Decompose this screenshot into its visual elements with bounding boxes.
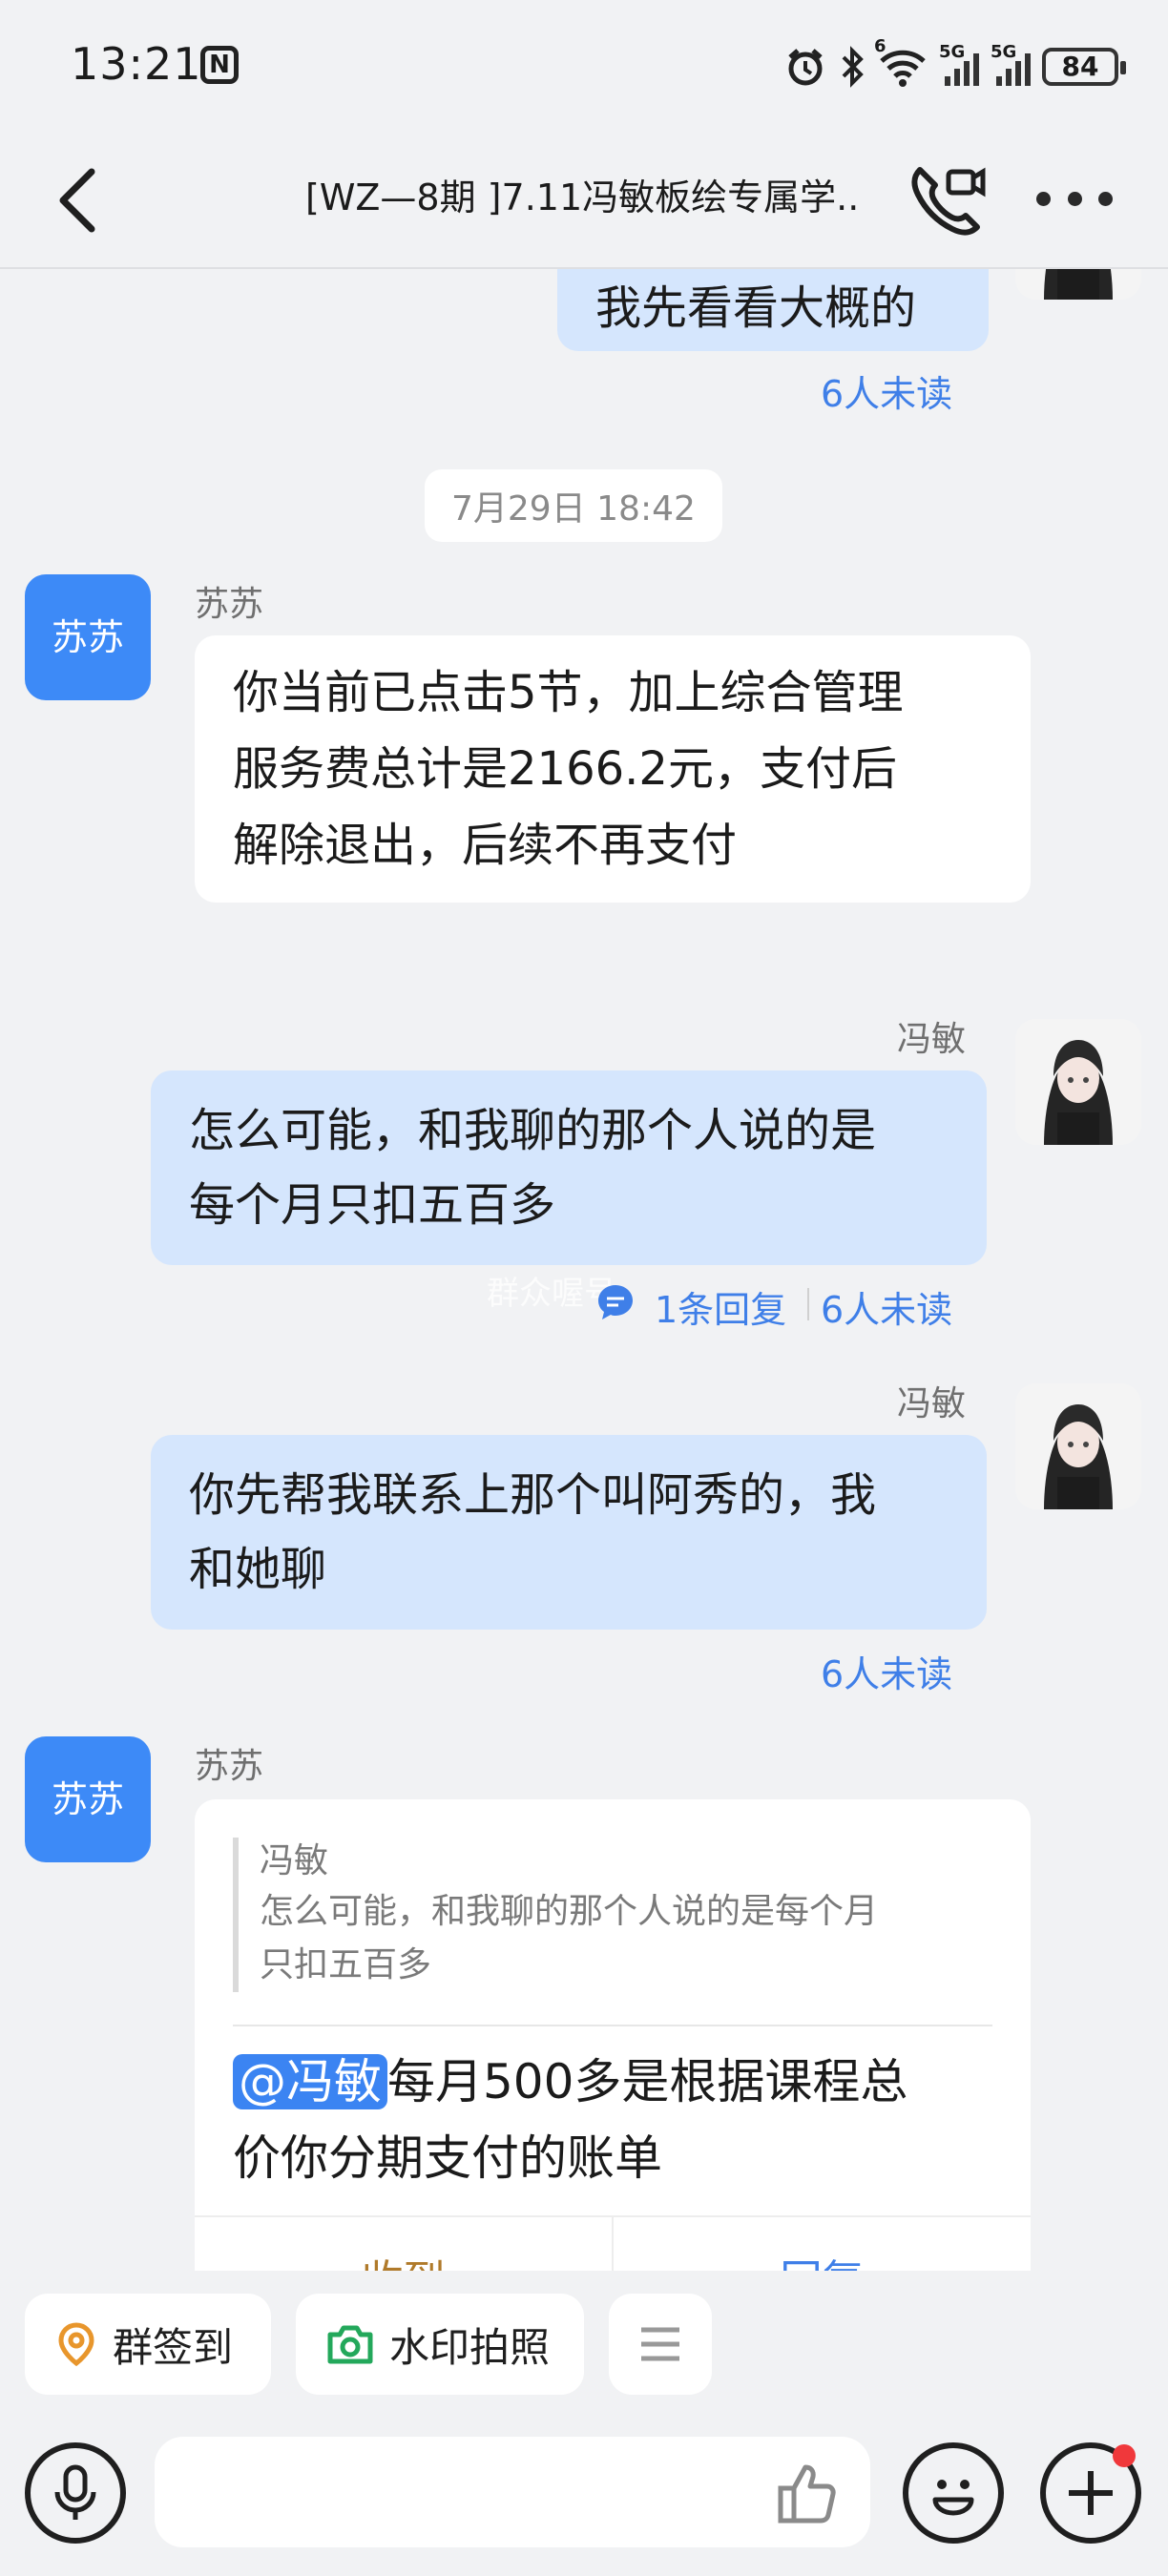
sender-name: 冯敏 bbox=[897, 1020, 967, 1059]
reply-icon[interactable] bbox=[595, 1282, 636, 1322]
message-input[interactable] bbox=[155, 2437, 870, 2547]
divider bbox=[807, 1288, 809, 1320]
reply-message-card[interactable]: 冯敏 怎么可能，和我聊的那个人说的是每个月 只扣五百多 @冯敏 每月500多是根据… bbox=[195, 1799, 1031, 2271]
alarm-icon bbox=[788, 49, 823, 86]
avatar-fengmin[interactable] bbox=[1015, 269, 1141, 300]
chat-title[interactable]: [WZ—8期 ]7.11冯敏板绘专属学... bbox=[305, 168, 859, 227]
sender-name: 苏苏 bbox=[195, 1747, 264, 1786]
message-bubble-outgoing[interactable]: 你先帮我联系上那个叫阿秀的，我 和她聊 bbox=[151, 1435, 987, 1630]
time-divider: 7月29日 18:42 bbox=[425, 469, 722, 542]
received-button[interactable]: 收到 bbox=[195, 2217, 614, 2271]
watermark-camera-button[interactable]: 水印拍照 bbox=[296, 2294, 584, 2395]
chat-header: [WZ—8期 ]7.11冯敏板绘专属学... bbox=[0, 134, 1168, 269]
signal-icon-1: 5G bbox=[939, 42, 979, 86]
camera-icon bbox=[327, 2325, 373, 2364]
status-bar: 13:21 N 6 5G 5G 84 bbox=[0, 0, 1168, 134]
reply-button[interactable]: 回复 bbox=[614, 2217, 1031, 2271]
status-icons: 6 5G 5G 84 bbox=[784, 36, 1126, 90]
status-time: 13:21 bbox=[71, 38, 202, 90]
notification-dot bbox=[1113, 2444, 1136, 2467]
thumbs-up-icon[interactable] bbox=[773, 2458, 842, 2526]
avatar-susu[interactable]: 苏苏 bbox=[25, 1736, 151, 1862]
avatar-fengmin[interactable] bbox=[1015, 1019, 1141, 1145]
emoji-button[interactable] bbox=[903, 2442, 1004, 2544]
message-bubble-outgoing[interactable]: 怎么可能，和我聊的那个人说的是 每个月只扣五百多 bbox=[151, 1070, 987, 1265]
message-bubble-incoming[interactable]: 你当前已点击5节，加上综合管理 服务费总计是2166.2元，支付后 解除退出，后… bbox=[195, 635, 1031, 903]
unread-count[interactable]: 6人未读 bbox=[821, 364, 952, 417]
sender-name: 冯敏 bbox=[897, 1384, 967, 1423]
quick-actions: 群签到 水印拍照 bbox=[0, 2271, 1168, 2423]
message-list[interactable]: 我先看看大概的 6人未读 7月29日 18:42 苏苏 苏苏 你当前已点击5节，… bbox=[0, 269, 1168, 2271]
more-actions-button[interactable] bbox=[609, 2294, 712, 2395]
sender-name: 苏苏 bbox=[195, 585, 264, 624]
back-icon[interactable] bbox=[50, 164, 116, 237]
card-actions: 收到 回复 bbox=[195, 2215, 1031, 2271]
nfc-icon: N bbox=[200, 46, 239, 84]
unread-count[interactable]: 6人未读 bbox=[821, 1280, 952, 1333]
input-bar bbox=[0, 2423, 1168, 2576]
message-bubble-outgoing[interactable]: 我先看看大概的 bbox=[557, 269, 989, 351]
quoted-message[interactable]: 冯敏 怎么可能，和我聊的那个人说的是每个月 只扣五百多 bbox=[233, 1838, 992, 1992]
wifi-icon: 6 bbox=[874, 36, 928, 88]
group-checkin-button[interactable]: 群签到 bbox=[25, 2294, 271, 2395]
location-pin-icon bbox=[58, 2322, 94, 2367]
emoji-icon bbox=[932, 2480, 974, 2516]
video-call-icon[interactable] bbox=[907, 158, 987, 239]
unread-count[interactable]: 6人未读 bbox=[821, 1645, 952, 1697]
menu-icon bbox=[641, 2327, 679, 2361]
voice-input-button[interactable] bbox=[25, 2442, 126, 2544]
bluetooth-icon bbox=[842, 46, 864, 88]
battery-indicator: 84 bbox=[1042, 48, 1126, 86]
reply-count[interactable]: 1条回复 bbox=[655, 1280, 786, 1333]
microphone-icon bbox=[54, 2464, 96, 2520]
signal-icon-2: 5G bbox=[991, 42, 1031, 86]
avatar-susu[interactable]: 苏苏 bbox=[25, 574, 151, 700]
avatar-fengmin[interactable] bbox=[1015, 1383, 1141, 1509]
message-text: @冯敏 每月500多是根据课程总 价你分期支付的账单 bbox=[233, 2054, 908, 2186]
more-icon[interactable] bbox=[1036, 179, 1113, 218]
mention-tag[interactable]: @冯敏 bbox=[233, 2054, 387, 2109]
